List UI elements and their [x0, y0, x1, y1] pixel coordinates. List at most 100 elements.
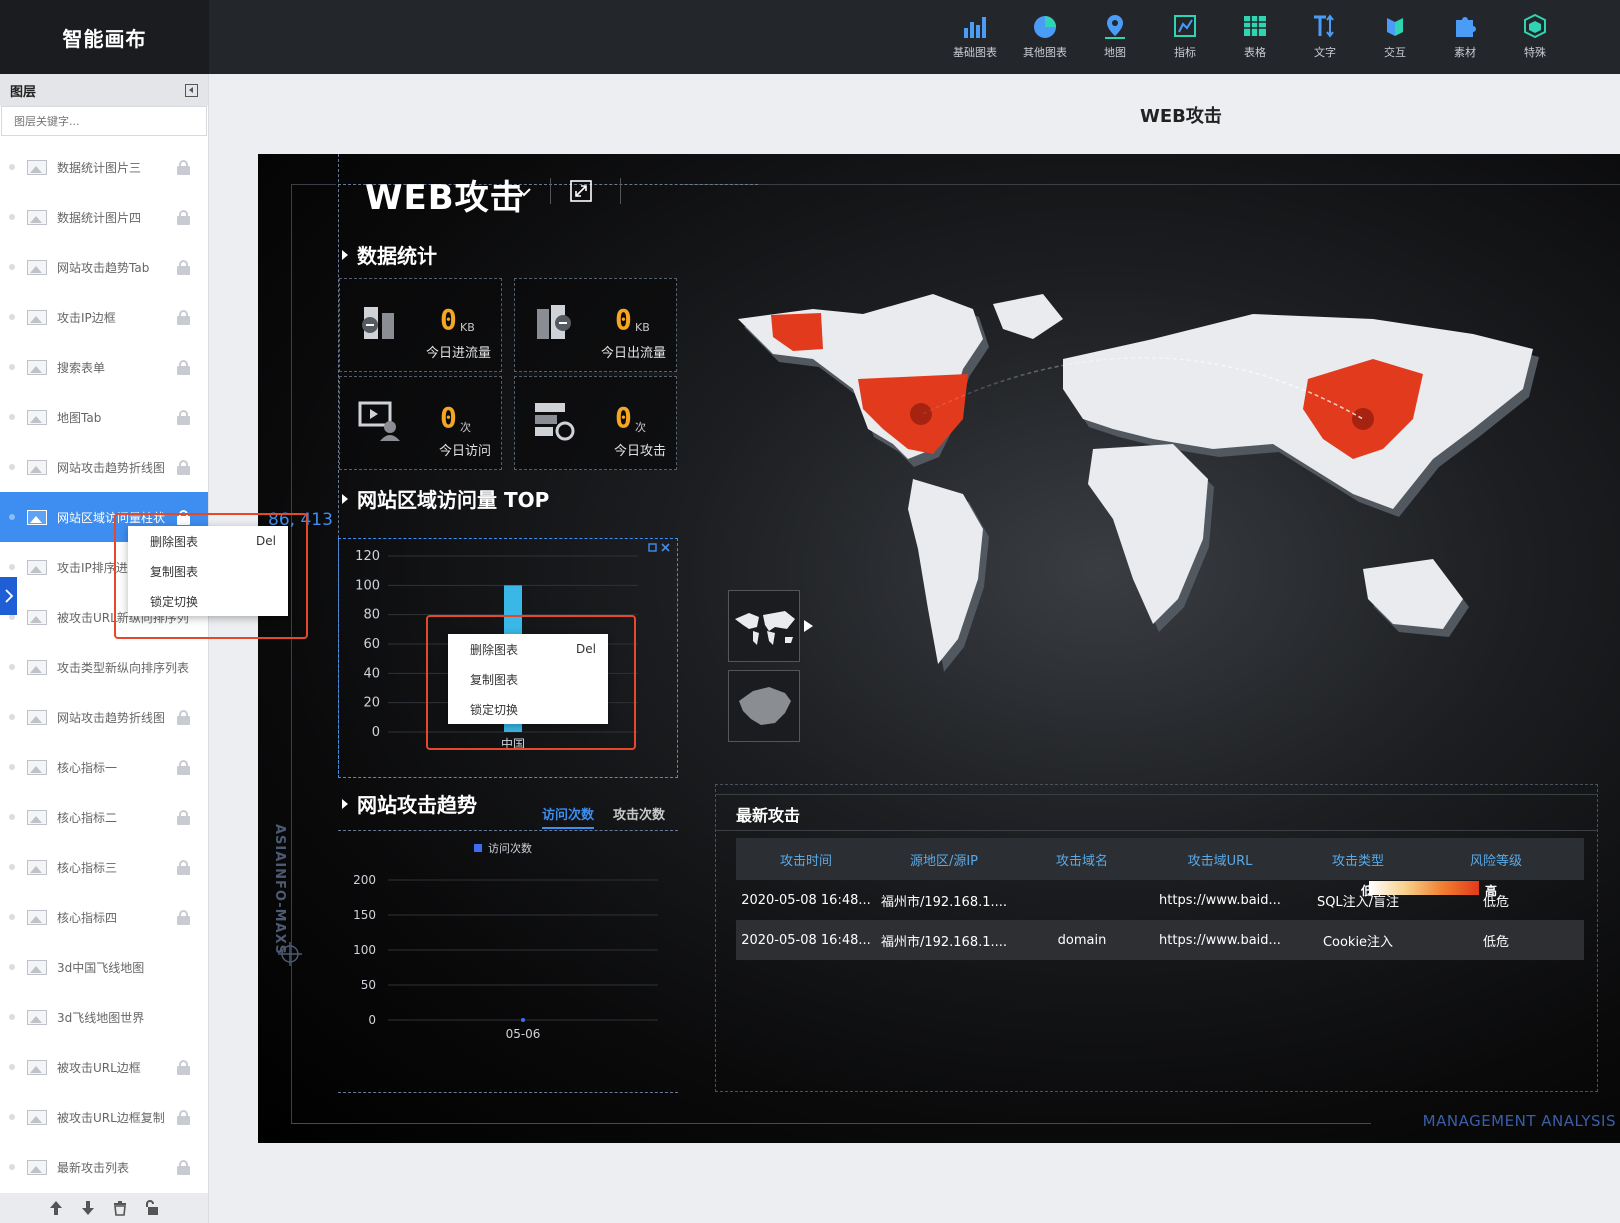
toolbar-pie-chart-button[interactable]: 其他图表 — [1010, 8, 1080, 64]
layer-item[interactable]: 网站攻击趋势折线图 — [0, 692, 208, 742]
server-attack-icon — [535, 403, 575, 441]
layer-search-input[interactable] — [14, 114, 194, 128]
layer-item[interactable]: 核心指标三 — [0, 842, 208, 892]
layer-item[interactable]: 地图Tab — [0, 392, 208, 442]
visibility-dot-icon[interactable] — [9, 414, 15, 420]
world-map[interactable] — [733, 279, 1578, 719]
layer-item[interactable]: 数据统计图片四 — [0, 192, 208, 242]
lock-icon[interactable] — [177, 1110, 190, 1125]
visibility-dot-icon[interactable] — [9, 1014, 15, 1020]
visibility-dot-icon[interactable] — [9, 914, 15, 920]
lock-icon[interactable] — [177, 760, 190, 775]
visibility-dot-icon[interactable] — [9, 664, 15, 670]
layer-item[interactable]: 最新攻击列表 — [0, 1142, 208, 1192]
column-header[interactable]: 风险等级 — [1428, 850, 1564, 869]
expand-panel-toggle[interactable] — [0, 577, 17, 615]
layer-item[interactable]: 网站攻击趋势Tab — [0, 242, 208, 292]
lock-icon[interactable] — [177, 310, 190, 325]
toolbar-table-button[interactable]: 表格 — [1220, 8, 1290, 64]
toolbar-indicator-button[interactable]: 指标 — [1150, 8, 1220, 64]
toolbar-text-button[interactable]: 文字 — [1290, 8, 1360, 64]
context-menu-item[interactable]: 复制图表 — [128, 556, 288, 586]
tab-attack-count[interactable]: 攻击次数 — [613, 804, 665, 823]
visibility-dot-icon[interactable] — [9, 864, 15, 870]
lock-icon[interactable] — [177, 360, 190, 375]
collapse-panel-icon[interactable] — [185, 83, 198, 97]
layer-item[interactable]: 核心指标二 — [0, 792, 208, 842]
layer-item[interactable]: 搜索表单 — [0, 342, 208, 392]
stat-card-outbound[interactable]: 0 KB 今日出流量 — [514, 278, 677, 372]
toolbar-bar-chart-button[interactable]: 基础图表 — [940, 8, 1010, 64]
visibility-dot-icon[interactable] — [9, 814, 15, 820]
column-header[interactable]: 攻击域URL — [1152, 850, 1288, 869]
layer-item[interactable]: 3d中国飞线地图 — [0, 942, 208, 992]
lock-icon[interactable] — [177, 1060, 190, 1075]
stat-card-visits[interactable]: 0 次 今日访问 — [339, 376, 502, 470]
column-header[interactable]: 源地区/源IP — [876, 850, 1012, 869]
lock-icon[interactable] — [177, 160, 190, 175]
lock-icon[interactable] — [177, 1160, 190, 1175]
layer-item[interactable]: 核心指标一 — [0, 742, 208, 792]
tab-visit-count[interactable]: 访问次数 — [542, 804, 595, 829]
toolbar-puzzle-button[interactable]: 素材 — [1430, 8, 1500, 64]
visibility-dot-icon[interactable] — [9, 314, 15, 320]
move-up-icon[interactable] — [49, 1200, 63, 1216]
visibility-dot-icon[interactable] — [9, 164, 15, 170]
layer-item[interactable]: 3d飞线地图世界 — [0, 992, 208, 1042]
column-header[interactable]: 攻击域名 — [1012, 850, 1152, 869]
delete-icon[interactable] — [113, 1200, 127, 1216]
layer-item[interactable]: 攻击类型新纵向排序列表 — [0, 642, 208, 692]
visibility-dot-icon[interactable] — [9, 514, 15, 520]
visibility-dot-icon[interactable] — [9, 764, 15, 770]
visibility-dot-icon[interactable] — [9, 714, 15, 720]
column-header[interactable]: 攻击类型 — [1288, 850, 1428, 869]
lock-icon[interactable] — [177, 860, 190, 875]
lock-icon[interactable] — [177, 710, 190, 725]
layer-item[interactable]: 网站攻击趋势折线图 — [0, 442, 208, 492]
context-menu-item[interactable]: 锁定切换 — [128, 586, 288, 616]
toolbar-cube-button[interactable]: 特殊 — [1500, 8, 1570, 64]
lock-icon[interactable] — [177, 810, 190, 825]
title-dropdown-icon[interactable] — [516, 186, 532, 198]
visibility-dot-icon[interactable] — [9, 214, 15, 220]
visibility-dot-icon[interactable] — [9, 364, 15, 370]
layer-item[interactable]: 核心指标四 — [0, 892, 208, 942]
lock-icon[interactable] — [177, 460, 190, 475]
visibility-dot-icon[interactable] — [9, 964, 15, 970]
layer-item[interactable]: 被攻击URL边框复制 — [0, 1092, 208, 1142]
layer-item[interactable]: 被攻击URL边框 — [0, 1042, 208, 1092]
context-menu-item[interactable]: 复制图表 — [448, 664, 608, 694]
visibility-dot-icon[interactable] — [9, 564, 15, 570]
visibility-dot-icon[interactable] — [9, 1164, 15, 1170]
stat-card-inbound[interactable]: 0 KB 今日进流量 — [339, 278, 502, 372]
world-map-thumbnail[interactable] — [728, 590, 800, 662]
visibility-dot-icon[interactable] — [9, 1114, 15, 1120]
visibility-dot-icon[interactable] — [9, 464, 15, 470]
layer-item[interactable]: 攻击IP边框 — [0, 292, 208, 342]
layer-item[interactable]: 数据统计图片三 — [0, 142, 208, 192]
lock-icon[interactable] — [177, 910, 190, 925]
context-menu-item[interactable]: 锁定切换 — [448, 694, 608, 724]
section-region-title: 网站区域访问量 TOP — [342, 484, 549, 513]
visibility-dot-icon[interactable] — [9, 1064, 15, 1070]
table-row[interactable]: 2020-05-08 16:48... 福州市/192.168.1.... http… — [736, 880, 1584, 920]
visibility-dot-icon[interactable] — [9, 264, 15, 270]
stat-visits-value: 0 — [440, 401, 457, 434]
trend-line-chart[interactable]: 访问次数 0 50 100 150 200 05-06 — [338, 834, 678, 1084]
context-menu-item[interactable]: 删除图表 Del — [128, 526, 288, 556]
fullscreen-icon[interactable] — [570, 180, 592, 202]
move-down-icon[interactable] — [81, 1200, 95, 1216]
stat-card-attacks[interactable]: 0 次 今日攻击 — [514, 376, 677, 470]
table-row[interactable]: 2020-05-08 16:48... 福州市/192.168.1.... doma… — [736, 920, 1584, 960]
china-map-thumbnail[interactable] — [728, 670, 800, 742]
column-header[interactable]: 攻击时间 — [736, 850, 876, 869]
lock-icon[interactable] — [177, 210, 190, 225]
toolbar-map-pin-button[interactable]: 地图 — [1080, 8, 1150, 64]
toolbar-interaction-button[interactable]: 交互 — [1360, 8, 1430, 64]
map-switch-arrow[interactable] — [804, 620, 813, 632]
table-icon — [1244, 16, 1266, 36]
lock-icon[interactable] — [177, 260, 190, 275]
context-menu-item[interactable]: 删除图表 Del — [448, 634, 608, 664]
unlock-icon[interactable] — [145, 1200, 159, 1216]
lock-icon[interactable] — [177, 410, 190, 425]
